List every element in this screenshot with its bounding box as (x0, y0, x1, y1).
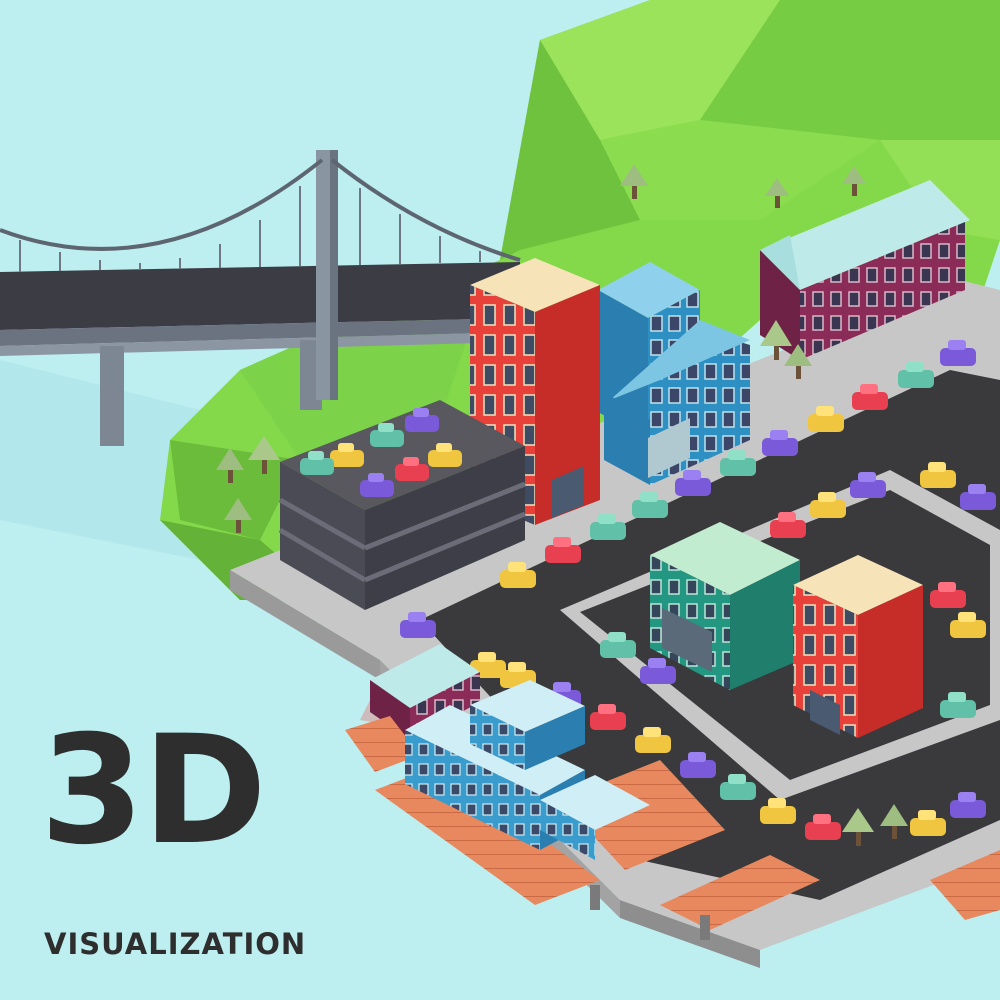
red-tower-small (793, 555, 923, 738)
headline-title: 3D (40, 704, 267, 878)
headline-subtitle: VISUALIZATION (44, 927, 307, 961)
